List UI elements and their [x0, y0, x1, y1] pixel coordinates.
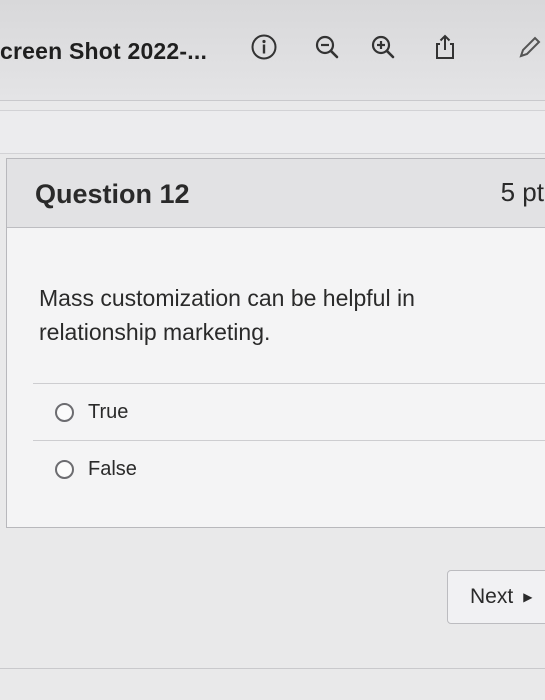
question-title: Question 12 — [35, 179, 190, 209]
next-button[interactable]: Next ▶ — [447, 570, 545, 624]
preview-toolbar: creen Shot 2022-... — [0, 0, 545, 101]
answer-label: False — [88, 457, 137, 480]
answer-label: True — [88, 400, 129, 423]
answer-option-true[interactable]: True — [33, 384, 545, 441]
zoom-in-icon[interactable] — [366, 30, 400, 64]
question-points: 5 pt — [500, 177, 544, 207]
question-card: Question 12 5 pt Mass customization can … — [6, 158, 545, 528]
content-divider-strip — [0, 110, 545, 154]
footer-divider — [0, 668, 545, 669]
markup-pencil-icon[interactable] — [513, 30, 545, 64]
zoom-out-icon[interactable] — [310, 30, 344, 64]
document-title: creen Shot 2022-... — [0, 38, 208, 64]
radio-button[interactable] — [55, 402, 74, 422]
share-icon[interactable] — [428, 30, 462, 64]
right-triangle-icon: ▶ — [523, 590, 533, 604]
radio-button[interactable] — [55, 459, 74, 479]
next-button-label: Next — [470, 585, 514, 608]
info-icon[interactable] — [247, 30, 281, 64]
answer-option-false[interactable]: False — [33, 441, 545, 497]
question-text: Mass customization can be helpful in rel… — [39, 285, 415, 345]
answer-list: True False — [33, 383, 545, 497]
question-header: Question 12 5 pt — [7, 159, 545, 228]
